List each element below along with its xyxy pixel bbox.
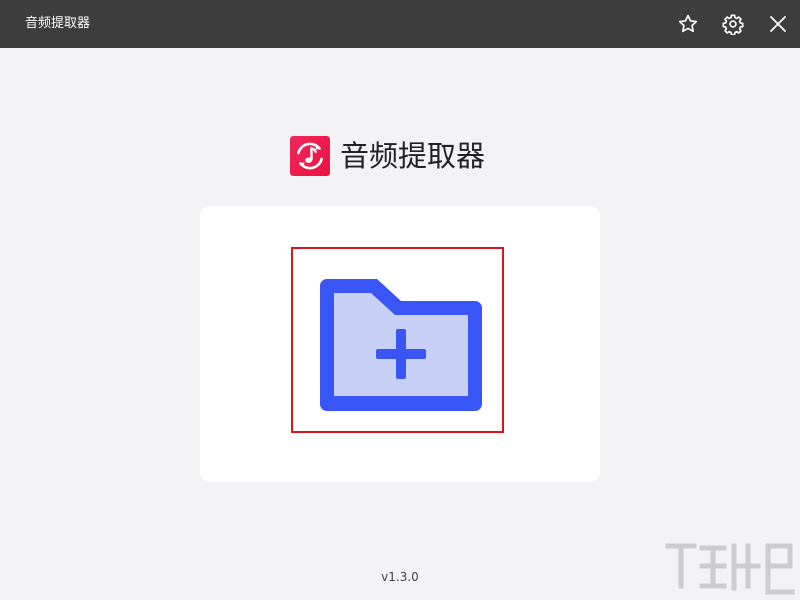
site-watermark-logo: [665, 543, 795, 595]
app-name: 音频提取器: [340, 139, 486, 173]
close-icon: [770, 16, 786, 32]
settings-button[interactable]: [721, 12, 745, 36]
favorite-button[interactable]: [676, 12, 700, 36]
import-card: [200, 206, 600, 482]
folder-add-icon: [320, 279, 482, 411]
close-button[interactable]: [766, 12, 790, 36]
star-icon: [678, 14, 698, 33]
window-title: 音频提取器: [25, 16, 91, 31]
gear-icon: [722, 14, 744, 35]
app-window: 音频提取器 音频提取器 v1.3.0: [0, 0, 800, 600]
title-bar: 音频提取器: [0, 0, 800, 48]
app-brand: 音频提取器: [290, 136, 485, 176]
music-note-refresh-icon: [290, 136, 330, 176]
add-files-button[interactable]: [291, 247, 504, 433]
